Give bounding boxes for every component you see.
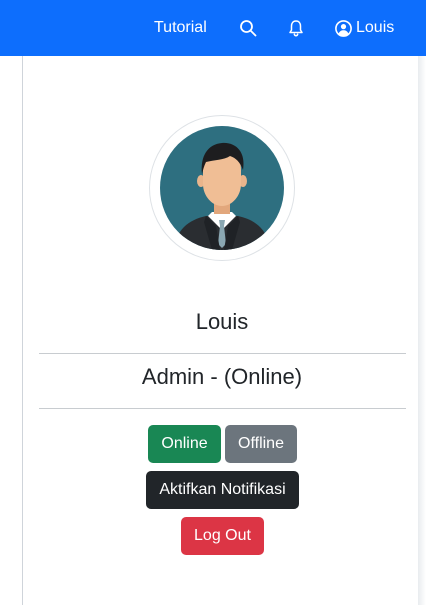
enable-notifications-button[interactable]: Aktifkan Notifikasi (146, 471, 299, 509)
top-navbar: Tutorial Louis (0, 0, 426, 56)
profile-role-status: Admin - (Online) (141, 364, 303, 389)
businessman-avatar-icon (160, 126, 284, 250)
offline-button[interactable]: Offline (225, 425, 297, 463)
nav-tutorial-link[interactable]: Tutorial (154, 0, 207, 56)
search-button[interactable] (238, 0, 258, 56)
divider (39, 353, 406, 354)
search-icon (240, 20, 257, 37)
notifications-button[interactable] (286, 0, 306, 56)
logout-button[interactable]: Log Out (181, 517, 264, 555)
online-button[interactable]: Online (148, 425, 221, 463)
profile-name: Louis (195, 309, 249, 334)
user-menu[interactable]: Louis (335, 0, 394, 56)
nav-tutorial-label: Tutorial (154, 19, 207, 36)
bell-icon (289, 20, 303, 37)
divider (39, 408, 406, 409)
avatar-image (160, 126, 284, 250)
avatar (149, 115, 295, 261)
user-menu-label: Louis (356, 19, 395, 36)
user-circle-icon (335, 19, 352, 37)
